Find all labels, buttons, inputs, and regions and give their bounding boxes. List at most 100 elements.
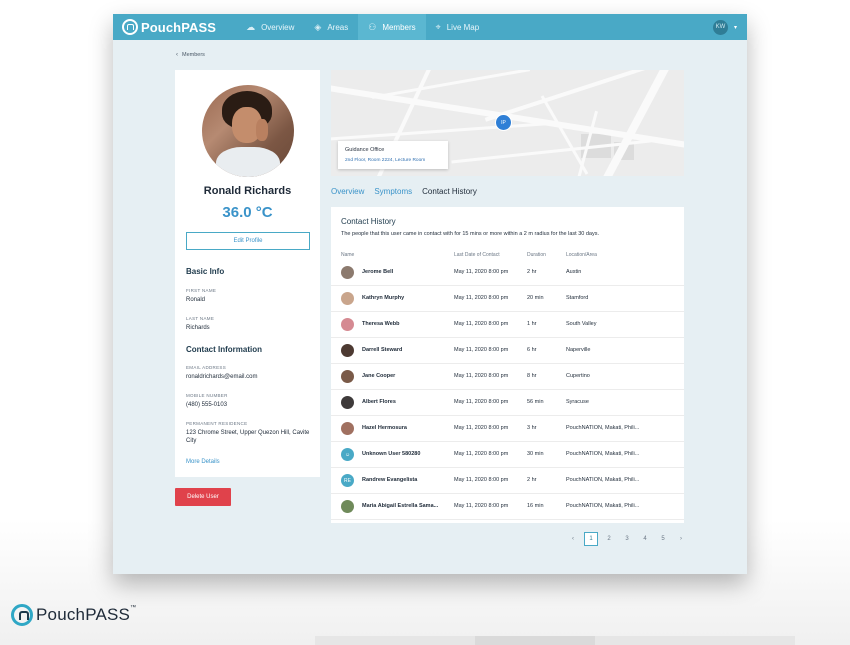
pagination: ‹ 1 2 3 4 5 › xyxy=(566,532,692,546)
mobile-label: MOBILE NUMBER xyxy=(186,393,228,398)
breadcrumb[interactable]: ‹ Members xyxy=(176,52,205,58)
table-row[interactable]: Jerome Bell May 11, 2020 8:00 pm 2 hr Austi… xyxy=(331,260,684,286)
residence-value: 123 Chrome Street, Upper Quezon Hill, Ca… xyxy=(186,430,310,444)
cell-duration: 2 hr xyxy=(527,477,537,483)
cell-duration: 30 min xyxy=(527,451,544,457)
cloud-icon: ☁ xyxy=(246,21,256,32)
cell-date: May 11, 2020 8:00 pm xyxy=(454,269,509,275)
cell-location: PouchNATION, Makati, Phili... xyxy=(566,425,640,431)
contact-information-title: Contact Information xyxy=(186,345,262,354)
table-row[interactable]: Hazel Hermosura May 11, 2020 8:00 pm 3 hr P… xyxy=(331,416,684,442)
nav-item-overview[interactable]: ☁ Overview xyxy=(236,14,304,40)
basic-info-title: Basic Info xyxy=(186,267,225,276)
cell-location: Stamford xyxy=(566,295,589,301)
cell-name: Darrell Steward xyxy=(362,347,403,353)
table-row[interactable]: Theresa Webb May 11, 2020 8:00 pm 1 hr Sout… xyxy=(331,312,684,338)
app-name: PouchPASS xyxy=(141,19,217,35)
first-name-value: Ronald xyxy=(186,297,206,303)
email-value: ronaldrichards@email.com xyxy=(186,374,258,380)
column-header-date: Last Date of Contact xyxy=(454,252,500,258)
app-logo[interactable]: PouchPASS xyxy=(122,19,216,35)
cell-name: Kathryn Murphy xyxy=(362,295,405,301)
mobile-value: (480) 555-0103 xyxy=(186,402,228,408)
nav-item-live-map[interactable]: ⌖ Live Map xyxy=(426,14,490,40)
nav-item-areas[interactable]: ◈ Areas xyxy=(304,14,358,40)
page-1-button[interactable]: 1 xyxy=(584,532,598,546)
first-name-label: FIRST NAME xyxy=(186,288,217,293)
brand-logo: PouchPASS™ xyxy=(11,604,136,626)
edit-profile-button[interactable]: Edit Profile xyxy=(186,232,310,250)
cell-name: Albert Flores xyxy=(362,399,396,405)
page-5-button[interactable]: 5 xyxy=(656,532,670,546)
page-2-button[interactable]: 2 xyxy=(602,532,616,546)
avatar xyxy=(341,318,354,331)
top-navigation: PouchPASS ☁ Overview ◈ Areas ⚇ Members ⌖ Live M… xyxy=(113,14,747,40)
location-pin-icon[interactable]: IP xyxy=(495,114,512,131)
people-icon: ⚇ xyxy=(368,21,377,32)
cell-location: Austin xyxy=(566,269,582,275)
cell-date: May 11, 2020 8:00 pm xyxy=(454,321,509,327)
table-row[interactable]: Jane Cooper May 11, 2020 8:00 pm 8 hr Cuper… xyxy=(331,364,684,390)
cell-name: Jane Cooper xyxy=(362,373,396,379)
breadcrumb-label[interactable]: Members xyxy=(182,52,205,58)
cell-date: May 11, 2020 8:00 pm xyxy=(454,503,509,509)
cell-duration: 16 min xyxy=(527,503,544,509)
tab-contact-history[interactable]: Contact History xyxy=(422,187,477,196)
table-row[interactable]: RE Randrew Evangelista May 11, 2020 8:00 p… xyxy=(331,468,684,494)
table-row[interactable]: Kathryn Murphy May 11, 2020 8:00 pm 20 min… xyxy=(331,286,684,312)
table-row[interactable]: Albert Flores May 11, 2020 8:00 pm 56 min S… xyxy=(331,390,684,416)
avatar xyxy=(341,266,354,279)
nav-item-label: Areas xyxy=(327,22,349,32)
chevron-down-icon[interactable]: ▾ xyxy=(734,24,737,31)
previous-page-icon[interactable]: ‹ xyxy=(566,532,580,546)
tab-overview[interactable]: Overview xyxy=(331,187,364,196)
cell-location: Naperville xyxy=(566,347,591,353)
lock-logo-icon xyxy=(11,604,33,626)
map-popup-subtitle: 2nd Floor, Room 2224, Lecture Room xyxy=(345,158,426,163)
cell-name: Theresa Webb xyxy=(362,321,400,327)
email-label: EMAIL ADDRESS xyxy=(186,365,226,370)
cell-date: May 11, 2020 8:00 pm xyxy=(454,295,509,301)
cell-name: Randrew Evangelista xyxy=(362,477,418,483)
nav-item-members[interactable]: ⚇ Members xyxy=(358,14,426,40)
cell-name: Maria Abigail Estrella Sama... xyxy=(362,503,439,509)
delete-user-button[interactable]: Delete User xyxy=(175,488,231,506)
table-row[interactable]: Maria Abigail Estrella Sama... May 11, 20… xyxy=(331,494,684,520)
back-arrow-icon[interactable]: ‹ xyxy=(176,52,178,58)
page-3-button[interactable]: 3 xyxy=(620,532,634,546)
cell-name: Jerome Bell xyxy=(362,269,394,275)
cell-date: May 11, 2020 8:00 pm xyxy=(454,451,509,457)
avatar xyxy=(341,500,354,513)
layers-icon: ◈ xyxy=(314,21,322,32)
column-header-name: Name xyxy=(341,252,355,258)
avatar: RE xyxy=(341,474,354,487)
more-details-link[interactable]: More Details xyxy=(186,459,220,465)
avatar xyxy=(341,370,354,383)
tab-symptoms[interactable]: Symptoms xyxy=(374,187,412,196)
cell-duration: 56 min xyxy=(527,399,544,405)
avatar xyxy=(341,292,354,305)
cell-location: PouchNATION, Makati, Phili... xyxy=(566,451,640,457)
cell-date: May 11, 2020 8:00 pm xyxy=(454,373,509,379)
profile-card: Ronald Richards 36.0 °C Edit Profile Bas… xyxy=(175,70,320,477)
user-avatar[interactable]: KW xyxy=(712,19,728,35)
last-name-label: LAST NAME xyxy=(186,316,215,321)
cell-duration: 8 hr xyxy=(527,373,537,379)
page-4-button[interactable]: 4 xyxy=(638,532,652,546)
residence-label: PERMANENT RESIDENCE xyxy=(186,421,248,426)
bottom-strip xyxy=(315,636,795,645)
next-page-icon[interactable]: › xyxy=(674,532,688,546)
table-row[interactable]: Darrell Steward May 11, 2020 8:00 pm 6 hr N… xyxy=(331,338,684,364)
profile-name: Ronald Richards xyxy=(203,185,292,197)
avatar xyxy=(341,396,354,409)
cell-location: Syracuse xyxy=(566,399,589,405)
cell-date: May 11, 2020 8:00 pm xyxy=(454,425,509,431)
avatar xyxy=(341,422,354,435)
last-name-value: Richards xyxy=(186,325,210,331)
cell-location: Cupertino xyxy=(566,373,590,379)
user-menu[interactable]: KW ▾ xyxy=(712,19,737,35)
cell-duration: 6 hr xyxy=(527,347,537,353)
location-map[interactable]: IP Guidance Office 2nd Floor, Room 2224,… xyxy=(331,70,684,176)
column-header-location: Location/Area xyxy=(566,252,597,258)
table-row[interactable]: ☺ Unknown User 580280 May 11, 2020 8:00 pm… xyxy=(331,442,684,468)
